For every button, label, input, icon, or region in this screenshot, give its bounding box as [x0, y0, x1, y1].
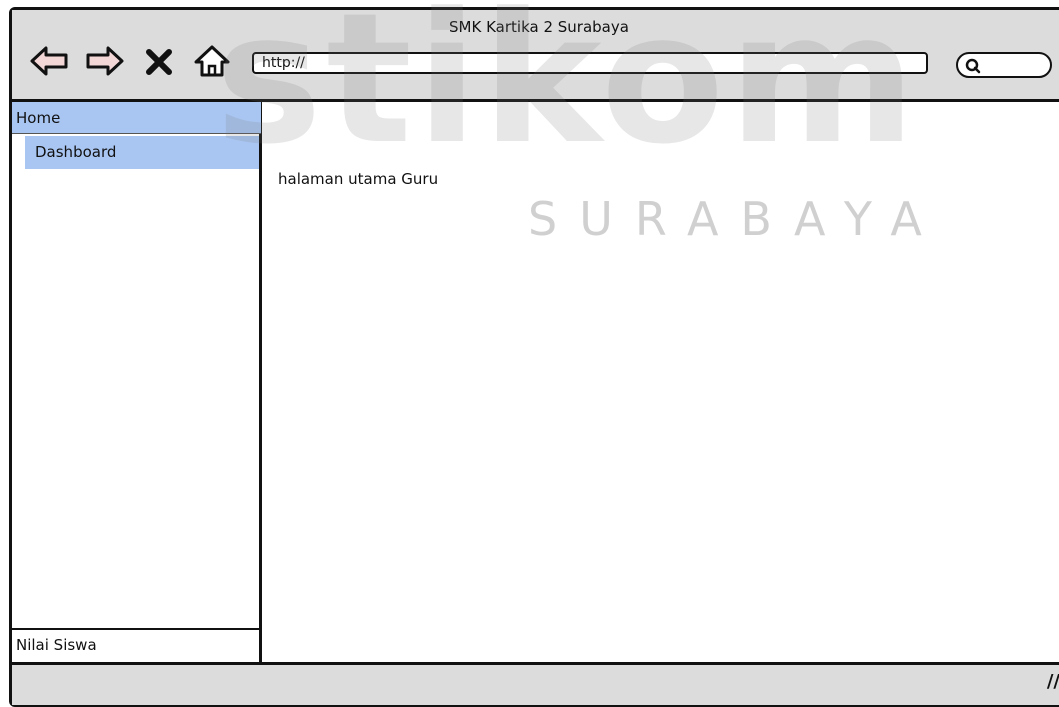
back-arrow-icon[interactable] [28, 44, 72, 78]
sidebar: Home Dashboard Nilai Siswa [12, 102, 262, 662]
browser-toolbar: SMK Kartika 2 Surabaya http:// [12, 10, 1059, 102]
address-bar[interactable]: http:// [252, 52, 928, 74]
main-content-text: halaman utama Guru [278, 170, 439, 188]
status-bar: // [12, 662, 1059, 705]
search-field[interactable] [956, 52, 1052, 78]
close-icon[interactable] [144, 44, 174, 78]
window-title: SMK Kartika 2 Surabaya [449, 18, 629, 36]
sidebar-item-home[interactable]: Home [12, 102, 261, 134]
home-icon[interactable] [192, 44, 232, 78]
forward-arrow-icon[interactable] [82, 44, 126, 78]
search-icon [965, 58, 981, 74]
browser-window: SMK Kartika 2 Surabaya http:// Home Dash… [9, 7, 1059, 707]
sidebar-item-dashboard[interactable]: Dashboard [25, 136, 259, 169]
resize-grip-icon[interactable]: // [1047, 671, 1059, 692]
sidebar-item-nilai-siswa[interactable]: Nilai Siswa [12, 628, 261, 662]
